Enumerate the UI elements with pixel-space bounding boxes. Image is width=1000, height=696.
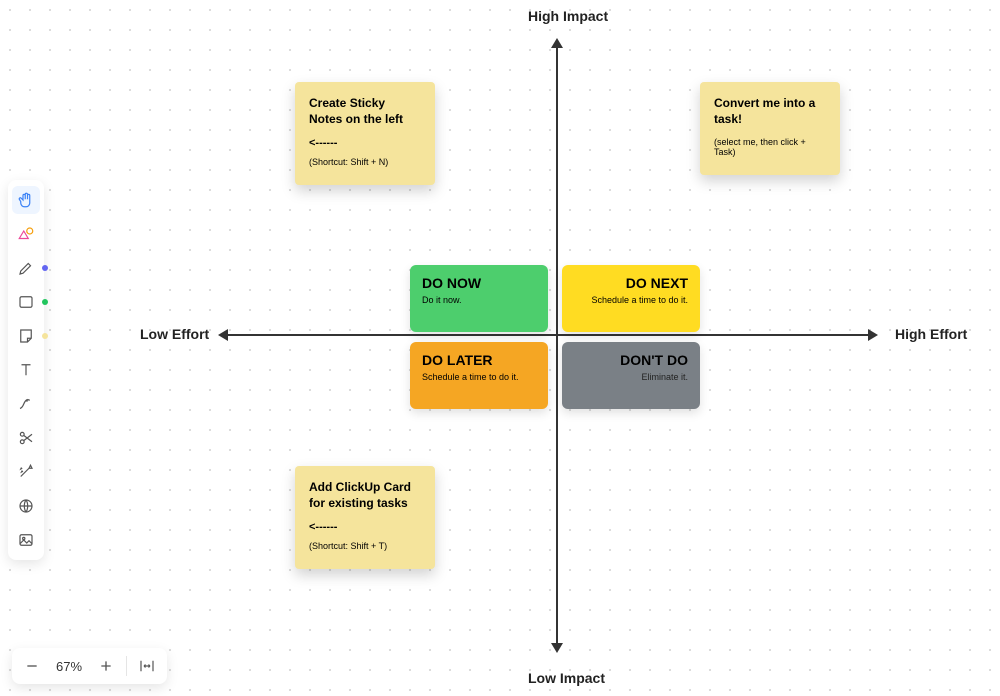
web-tool[interactable] — [12, 492, 40, 520]
sticky-subtitle: (Shortcut: Shift + N) — [309, 157, 421, 167]
quadrant-do-later[interactable]: DO LATER Schedule a time to do it. — [410, 342, 548, 409]
connector-icon — [17, 395, 35, 413]
quadrant-title: DON'T DO — [574, 352, 688, 368]
quadrant-subtitle: Schedule a time to do it. — [422, 372, 536, 382]
axis-label-right: High Effort — [895, 326, 967, 342]
sticky-arrow-text: <------ — [309, 521, 421, 533]
arrowhead-down-icon — [551, 643, 563, 653]
plus-icon — [98, 658, 114, 674]
axis-vertical — [556, 45, 558, 645]
rectangle-tool[interactable] — [12, 288, 40, 316]
quadrant-subtitle: Schedule a time to do it. — [574, 295, 688, 305]
hand-icon — [17, 191, 35, 209]
color-indicator-icon — [42, 299, 48, 305]
sticky-title: Create Sticky Notes on the left — [309, 96, 421, 127]
sticky-note[interactable]: Convert me into a task! (select me, then… — [700, 82, 840, 175]
zoom-level-label[interactable]: 67% — [52, 659, 86, 674]
sticky-note[interactable]: Add ClickUp Card for existing tasks <---… — [295, 466, 435, 569]
fit-width-icon — [138, 657, 156, 675]
fit-to-screen-button[interactable] — [133, 652, 161, 680]
axis-label-bottom: Low Impact — [528, 670, 605, 686]
zoom-out-button[interactable] — [18, 652, 46, 680]
sticky-note-icon — [17, 327, 35, 345]
quadrant-subtitle: Do it now. — [422, 295, 536, 305]
axis-label-left: Low Effort — [140, 326, 209, 342]
quadrant-subtitle: Eliminate it. — [574, 372, 688, 382]
shapes-icon — [17, 225, 35, 243]
pen-tool[interactable] — [12, 254, 40, 282]
divider — [126, 656, 127, 676]
minus-icon — [24, 658, 40, 674]
pen-icon — [17, 259, 35, 277]
axis-horizontal — [225, 334, 870, 336]
sticky-note[interactable]: Create Sticky Notes on the left <------ … — [295, 82, 435, 185]
sticky-subtitle: (select me, then click + Task) — [714, 137, 826, 157]
color-indicator-icon — [42, 265, 48, 271]
shapes-tool[interactable] — [12, 220, 40, 248]
quadrant-dont-do[interactable]: DON'T DO Eliminate it. — [562, 342, 700, 409]
sticky-arrow-text: <------ — [309, 137, 421, 149]
arrowhead-right-icon — [868, 329, 878, 341]
toolbar — [8, 180, 44, 560]
sticky-title: Add ClickUp Card for existing tasks — [309, 480, 421, 511]
arrowhead-left-icon — [218, 329, 228, 341]
quadrant-title: DO LATER — [422, 352, 536, 368]
quadrant-title: DO NOW — [422, 275, 536, 291]
globe-icon — [17, 497, 35, 515]
quadrant-do-next[interactable]: DO NEXT Schedule a time to do it. — [562, 265, 700, 332]
quadrant-title: DO NEXT — [574, 275, 688, 291]
connector-tool[interactable] — [12, 390, 40, 418]
image-icon — [17, 531, 35, 549]
image-tool[interactable] — [12, 526, 40, 554]
magic-tool[interactable] — [12, 458, 40, 486]
rectangle-icon — [17, 293, 35, 311]
axis-label-top: High Impact — [528, 8, 608, 24]
text-icon — [17, 361, 35, 379]
sparkle-icon — [17, 463, 35, 481]
scissors-icon — [17, 429, 35, 447]
text-tool[interactable] — [12, 356, 40, 384]
arrowhead-up-icon — [551, 38, 563, 48]
sticky-note-tool[interactable] — [12, 322, 40, 350]
hand-tool[interactable] — [12, 186, 40, 214]
color-indicator-icon — [42, 333, 48, 339]
sticky-title: Convert me into a task! — [714, 96, 826, 127]
zoom-in-button[interactable] — [92, 652, 120, 680]
scissors-tool[interactable] — [12, 424, 40, 452]
sticky-subtitle: (Shortcut: Shift + T) — [309, 541, 421, 551]
quadrant-do-now[interactable]: DO NOW Do it now. — [410, 265, 548, 332]
zoom-control: 67% — [12, 648, 167, 684]
